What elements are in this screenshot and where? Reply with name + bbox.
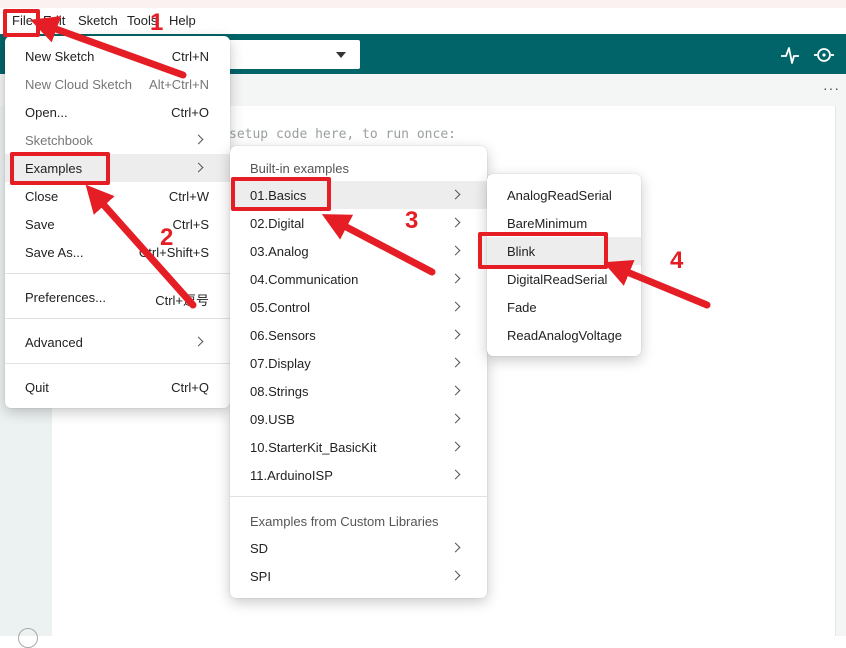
arrow-4: [603, 259, 711, 309]
step-number-3: 3: [405, 207, 419, 234]
arrow-2: [85, 184, 197, 309]
step-number-2: 2: [160, 224, 174, 251]
annotation-arrows: [30, 16, 711, 309]
step-number-4: 4: [670, 247, 684, 274]
step-number-1: 1: [150, 9, 164, 36]
